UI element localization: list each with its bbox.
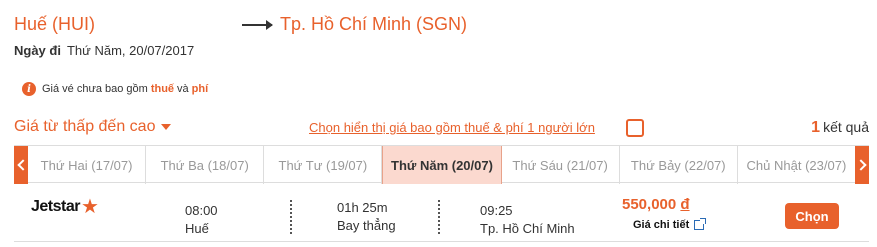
tab-date-17-07[interactable]: Thứ Hai (17/07)	[28, 146, 147, 184]
external-link-icon	[694, 218, 707, 230]
flight-stops: Bay thẳng	[337, 218, 396, 233]
sort-dropdown[interactable]: Giá từ thấp đến cao	[14, 118, 172, 136]
date-tab-bar: Thứ Hai (17/07) Thứ Ba (18/07) Thứ Tư (1…	[14, 145, 869, 184]
star-icon: ★	[80, 196, 99, 218]
result-count-label: kết quả	[823, 119, 869, 135]
select-flight-button[interactable]: Chọn	[785, 203, 839, 229]
price-detail-link[interactable]: Giá chi tiết	[633, 218, 707, 231]
chevron-right-icon	[854, 159, 867, 171]
tab-date-22-07[interactable]: Thứ Bảy (22/07)	[620, 146, 738, 184]
departure-date: Ngày đi Thứ Năm, 20/07/2017	[14, 43, 194, 58]
caret-down-icon	[161, 124, 172, 130]
destination-airport: Tp. Hồ Chí Minh (SGN)	[280, 14, 468, 34]
notice-tax: thuế	[150, 83, 175, 95]
result-count: 1 kết quả	[811, 119, 869, 137]
origin-airport: Huế (HUI)	[14, 14, 96, 34]
notice-text: Giá vé chưa bao gồm	[42, 83, 148, 95]
show-price-incl-link[interactable]: Chọn hiển thị giá bao gồm thuế & phí 1 n…	[309, 120, 595, 135]
notice-and: và	[177, 83, 189, 95]
price-detail-label: Giá chi tiết	[633, 219, 690, 231]
next-dates-button[interactable]	[854, 146, 869, 184]
tab-date-19-07[interactable]: Thứ Tư (19/07)	[264, 146, 383, 184]
result-count-number: 1	[811, 119, 821, 136]
departure-time: 08:00	[185, 203, 218, 218]
sort-label: Giá từ thấp đến cao	[14, 118, 156, 135]
price-currency: đ	[680, 196, 690, 213]
departure-city: Huế	[185, 221, 209, 236]
arrow-right-icon	[242, 20, 273, 30]
chevron-left-icon	[16, 159, 29, 171]
info-icon: i	[22, 82, 36, 96]
tab-date-23-07[interactable]: Chủ Nhật (23/07)	[738, 146, 855, 184]
route-header: Huế (HUI) Tp. Hồ Chí Minh (SGN)	[14, 14, 874, 40]
tab-date-18-07[interactable]: Thứ Ba (18/07)	[146, 146, 265, 184]
divider	[438, 200, 440, 234]
airline-logo: Jetstar ★	[31, 196, 99, 218]
show-price-incl-checkbox[interactable]	[626, 119, 644, 137]
tab-date-21-07[interactable]: Thứ Sáu (21/07)	[502, 146, 620, 184]
arrival-time: 09:25	[480, 203, 513, 218]
arrival-city: Tp. Hồ Chí Minh	[480, 221, 575, 236]
divider	[290, 200, 292, 234]
date-tabs: Thứ Hai (17/07) Thứ Ba (18/07) Thứ Tư (1…	[28, 146, 855, 184]
tab-date-20-07-selected[interactable]: Thứ Năm (20/07)	[382, 146, 502, 184]
notice-fee: phí	[191, 83, 209, 95]
prev-dates-button[interactable]	[14, 146, 29, 184]
price-notice: i Giá vé chưa bao gồm thuế và phí	[22, 81, 211, 97]
departure-date-label: Ngày đi	[14, 43, 61, 58]
flight-price: 550,000 đ	[622, 196, 690, 213]
price-value: 550,000	[622, 196, 677, 213]
flight-duration: 01h 25m	[337, 200, 388, 215]
airline-name: Jetstar	[31, 198, 80, 215]
flight-result-row: Jetstar ★ 08:00 Huế 01h 25m Bay thẳng 09:…	[14, 190, 869, 242]
departure-date-value: Thứ Năm, 20/07/2017	[66, 43, 195, 58]
show-price-incl-label: Chọn hiển thị giá bao gồm thuế & phí 1 n…	[309, 120, 595, 135]
